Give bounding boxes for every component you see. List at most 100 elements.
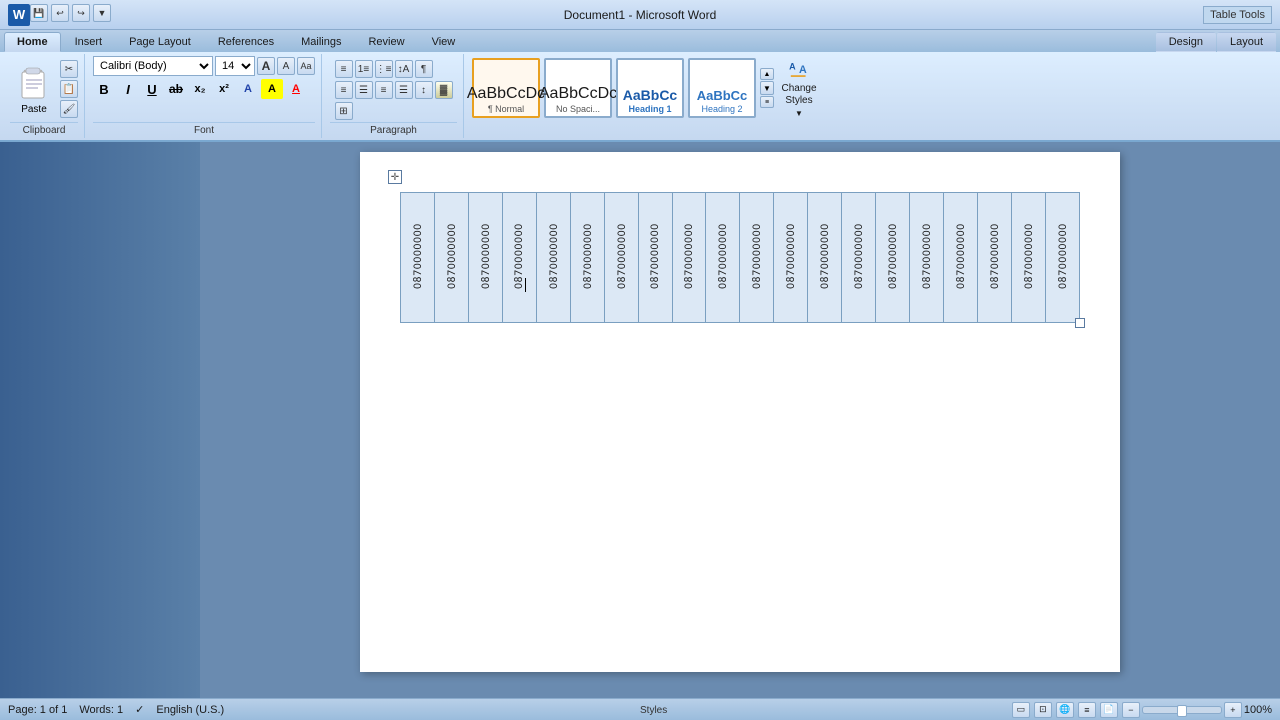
align-left-button[interactable]: ≡ xyxy=(335,81,353,99)
styles-scroll-up[interactable]: ▲ xyxy=(760,68,774,80)
table-cell[interactable]: 0870000000 xyxy=(401,193,435,323)
subscript-button[interactable]: x₂ xyxy=(189,79,211,99)
table-cell[interactable]: 0870000000 xyxy=(502,193,536,323)
justify-button[interactable]: ☰ xyxy=(395,81,413,99)
status-language: English (U.S.) xyxy=(156,704,224,716)
view-print-layout[interactable]: ▭ xyxy=(1012,702,1030,718)
view-outline[interactable]: ≡ xyxy=(1078,702,1096,718)
tab-design[interactable]: Design xyxy=(1156,32,1216,52)
cut-button[interactable]: ✂ xyxy=(60,60,78,78)
view-full-screen[interactable]: ⊡ xyxy=(1034,702,1052,718)
table-cell[interactable]: 0870000000 xyxy=(910,193,944,323)
table-cell[interactable]: 0870000000 xyxy=(468,193,502,323)
table-cell[interactable]: 0870000000 xyxy=(536,193,570,323)
styles-list: AaBbCcDc ¶ Normal AaBbCcDc No Spaci... A… xyxy=(472,58,774,118)
font-shrink-button[interactable]: A xyxy=(277,57,295,75)
underline-button[interactable]: U xyxy=(141,79,163,99)
sort-button[interactable]: ↕A xyxy=(395,60,413,78)
tab-page-layout[interactable]: Page Layout xyxy=(116,32,204,52)
table-cell[interactable]: 0870000000 xyxy=(1011,193,1045,323)
style-heading1-preview: AaBbCc xyxy=(623,88,677,102)
font-color-button[interactable]: A xyxy=(285,79,307,99)
copy-button[interactable]: 📋 xyxy=(60,80,78,98)
cell-value: 0870000000 xyxy=(648,223,661,289)
highlight-button[interactable]: A xyxy=(261,79,283,99)
document-area[interactable]: ✛ 08700000000870000000087000000008700000… xyxy=(200,142,1280,698)
change-styles-button[interactable]: A A ChangeStyles ▼ xyxy=(774,58,824,118)
strikethrough-button[interactable]: ab xyxy=(165,79,187,99)
table-cell[interactable]: 0870000000 xyxy=(570,193,604,323)
tab-view[interactable]: View xyxy=(419,32,469,52)
table-cell[interactable]: 0870000000 xyxy=(842,193,876,323)
italic-button[interactable]: I xyxy=(117,79,139,99)
style-heading2-label: Heading 2 xyxy=(701,104,742,114)
tab-home[interactable]: Home xyxy=(4,32,61,52)
superscript-button[interactable]: x² xyxy=(213,79,235,99)
table-move-handle[interactable]: ✛ xyxy=(388,170,402,184)
table-row: 0870000000087000000008700000000870000000… xyxy=(401,193,1080,323)
tab-references[interactable]: References xyxy=(205,32,287,52)
styles-more[interactable]: ≡ xyxy=(760,96,774,108)
cell-value: 0870000000 xyxy=(581,223,594,289)
style-normal[interactable]: AaBbCcDc ¶ Normal xyxy=(472,58,540,118)
style-heading2[interactable]: AaBbCc Heading 2 xyxy=(688,58,756,118)
cell-value: 0870000000 xyxy=(411,223,424,289)
paste-button[interactable]: Paste xyxy=(10,60,58,119)
paragraph-label: Paragraph xyxy=(330,122,457,136)
line-spacing-button[interactable]: ↕ xyxy=(415,81,433,99)
format-painter-button[interactable]: 🖌 xyxy=(60,100,78,118)
border-button[interactable]: ⊞ xyxy=(335,102,353,120)
word-table: 0870000000087000000008700000000870000000… xyxy=(400,192,1080,323)
save-button[interactable]: 💾 xyxy=(30,4,48,22)
bold-button[interactable]: B xyxy=(93,79,115,99)
redo-button[interactable]: ↪ xyxy=(72,4,90,22)
view-draft[interactable]: 📄 xyxy=(1100,702,1118,718)
bullets-button[interactable]: ≡ xyxy=(335,60,353,78)
align-right-button[interactable]: ≡ xyxy=(375,81,393,99)
table-cell[interactable]: 0870000000 xyxy=(977,193,1011,323)
view-web[interactable]: 🌐 xyxy=(1056,702,1074,718)
font-family-select[interactable]: Calibri (Body) xyxy=(93,56,213,76)
font-size-select[interactable]: 14 xyxy=(215,56,255,76)
tab-bar: Home Insert Page Layout References Maili… xyxy=(0,30,1280,52)
table-cell[interactable]: 0870000000 xyxy=(876,193,910,323)
table-cell[interactable]: 0870000000 xyxy=(638,193,672,323)
zoom-out-button[interactable]: − xyxy=(1122,702,1140,718)
shading-button[interactable]: ▓ xyxy=(435,81,453,99)
customize-qa-button[interactable]: ▼ xyxy=(93,4,111,22)
table-cell[interactable]: 0870000000 xyxy=(808,193,842,323)
show-marks-button[interactable]: ¶ xyxy=(415,60,433,78)
styles-scroll: ▲ ▼ ≡ xyxy=(760,68,774,108)
table-cell[interactable]: 0870000000 xyxy=(740,193,774,323)
text-effects-button[interactable]: A xyxy=(237,79,259,99)
align-center-button[interactable]: ☰ xyxy=(355,81,373,99)
style-no-spacing-label: No Spaci... xyxy=(556,104,600,114)
table-cell[interactable]: 0870000000 xyxy=(944,193,978,323)
table-resize-handle[interactable] xyxy=(1075,318,1085,328)
style-no-spacing[interactable]: AaBbCcDc No Spaci... xyxy=(544,58,612,118)
table-cell[interactable]: 0870000000 xyxy=(672,193,706,323)
font-grow-button[interactable]: A xyxy=(257,57,275,75)
style-heading1[interactable]: AaBbCc Heading 1 xyxy=(616,58,684,118)
paragraph-group: ≡ 1≡ ⋮≡ ↕A ¶ ≡ ☰ ≡ ☰ ↕ ▓ ⊞ Parag xyxy=(324,54,464,138)
multilevel-button[interactable]: ⋮≡ xyxy=(375,60,393,78)
table-cell[interactable]: 0870000000 xyxy=(774,193,808,323)
tab-review[interactable]: Review xyxy=(355,32,417,52)
table-cell[interactable]: 0870000000 xyxy=(604,193,638,323)
styles-scroll-down[interactable]: ▼ xyxy=(760,81,774,95)
tab-mailings[interactable]: Mailings xyxy=(288,32,354,52)
clear-format-button[interactable]: Aa xyxy=(297,57,315,75)
undo-button[interactable]: ↩ xyxy=(51,4,69,22)
numbering-button[interactable]: 1≡ xyxy=(355,60,373,78)
table-cell[interactable]: 0870000000 xyxy=(706,193,740,323)
zoom-in-button[interactable]: + xyxy=(1224,702,1242,718)
zoom-slider[interactable] xyxy=(1142,706,1222,714)
tab-insert[interactable]: Insert xyxy=(62,32,116,52)
styles-group: AaBbCcDc ¶ Normal AaBbCcDc No Spaci... A… xyxy=(466,54,830,138)
clipboard-group: Paste ✂ 📋 🖌 Clipboard xyxy=(4,54,85,138)
table-cell[interactable]: 0870000000 xyxy=(434,193,468,323)
tab-layout[interactable]: Layout xyxy=(1217,32,1276,52)
cell-value: 0870000000 xyxy=(784,223,797,289)
table-cell[interactable]: 0870000000 xyxy=(1045,193,1079,323)
zoom-thumb[interactable] xyxy=(1177,705,1187,717)
